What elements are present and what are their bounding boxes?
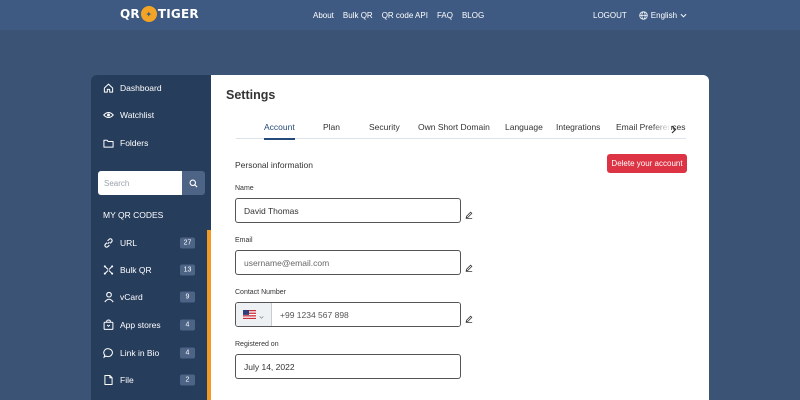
sidebar-item-label: URL [120,238,138,248]
sidebar-item-watchlist[interactable]: Watchlist [91,103,207,127]
qr-tiger-logo[interactable]: QR ✦ TIGER [120,6,199,22]
settings-tabs: Account Plan Security Own Short Domain L… [236,115,686,140]
personal-information-heading: Personal information [235,160,313,170]
search-icon [189,176,198,191]
my-qr-codes-heading: MY QR CODES [103,210,164,220]
folder-icon [103,138,114,149]
user-icon [103,291,114,303]
contact-number-field [235,302,461,327]
tab-integrations[interactable]: Integrations [556,115,600,138]
eye-icon [103,110,114,121]
sidebar-item-file[interactable]: File 2 [91,368,207,392]
count-badge: 4 [180,319,195,331]
email-label: Email [235,237,253,244]
phone-input[interactable] [272,303,460,326]
chat-icon [103,348,114,359]
logout-link[interactable]: LOGOUT [593,11,627,20]
sidebar-item-link-in-bio[interactable]: Link in Bio 4 [91,341,207,365]
bulk-qr-icon [103,265,114,276]
chevron-down-icon [259,306,264,324]
top-navbar: QR ✦ TIGER About Bulk QR QR code API FAQ… [0,0,800,30]
email-field[interactable] [235,250,461,275]
settings-panel: Settings Account Plan Security Own Short… [211,75,709,400]
sidebar-item-label: vCard [120,292,143,302]
sidebar-item-label: App stores [120,320,161,330]
tab-plan[interactable]: Plan [323,115,340,138]
tiger-logo-icon: ✦ [140,6,157,22]
count-badge: 4 [180,347,195,359]
nav-link-about[interactable]: About [313,11,334,20]
chevron-down-icon [680,13,687,18]
registered-on-label: Registered on [235,341,279,348]
us-flag-icon [243,306,256,324]
store-icon [103,319,114,331]
contact-number-label: Contact Number [235,289,286,296]
sidebar-item-bulk-qr[interactable]: Bulk QR 13 [91,258,207,282]
count-badge: 27 [180,237,195,249]
chevron-right-icon[interactable] [671,121,677,139]
name-label: Name [235,185,254,192]
sidebar-item-label: Watchlist [120,110,155,120]
delete-account-button[interactable]: Delete your account [607,154,687,173]
sidebar-item-label: Folders [120,138,149,148]
language-label: English [650,10,678,20]
count-badge: 13 [180,264,195,276]
pencil-icon[interactable] [465,259,473,277]
search-button[interactable] [182,171,205,195]
sidebar-item-url[interactable]: URL 27 [91,231,207,255]
count-badge: 9 [180,291,195,303]
country-code-select[interactable] [236,303,272,326]
nav-right: LOGOUT English [593,0,687,30]
language-selector[interactable]: English [639,11,687,20]
sidebar-item-folders[interactable]: Folders [91,131,207,155]
tab-security[interactable]: Security [369,115,400,138]
tab-language[interactable]: Language [505,115,543,138]
tab-account[interactable]: Account [264,115,295,140]
tabs-overflow-fade [651,115,671,137]
pencil-icon[interactable] [465,310,473,328]
nav-link-bulk-qr[interactable]: Bulk QR [343,11,373,20]
nav-link-qr-code-api[interactable]: QR code API [382,11,428,20]
page-title: Settings [226,88,276,102]
globe-icon [639,10,648,20]
count-badge: 2 [180,374,195,386]
nav-links: About Bulk QR QR code API FAQ BLOG [313,0,484,30]
sidebar: Dashboard Watchlist Folders MY QR CODES … [91,75,211,400]
sidebar-item-label: Link in Bio [120,348,160,358]
file-icon [103,375,114,386]
nav-link-faq[interactable]: FAQ [437,11,453,20]
sidebar-item-label: Bulk QR [120,265,152,275]
sidebar-item-dashboard[interactable]: Dashboard [91,76,207,100]
home-icon [103,83,114,94]
sidebar-item-app-stores[interactable]: App stores 4 [91,313,207,337]
search-input[interactable] [98,171,182,195]
qr-search [98,171,205,195]
logo-text-left: QR [120,7,140,21]
sidebar-item-vcard[interactable]: vCard 9 [91,285,207,309]
tab-own-short-domain[interactable]: Own Short Domain [418,115,490,138]
name-field[interactable] [235,198,461,223]
nav-link-blog[interactable]: BLOG [462,11,484,20]
logo-text-right: TIGER [157,7,199,21]
registered-date-field [235,354,461,379]
sidebar-item-label: Dashboard [120,83,162,93]
link-icon [103,238,114,249]
pencil-icon[interactable] [465,206,473,224]
sidebar-item-label: File [120,375,134,385]
